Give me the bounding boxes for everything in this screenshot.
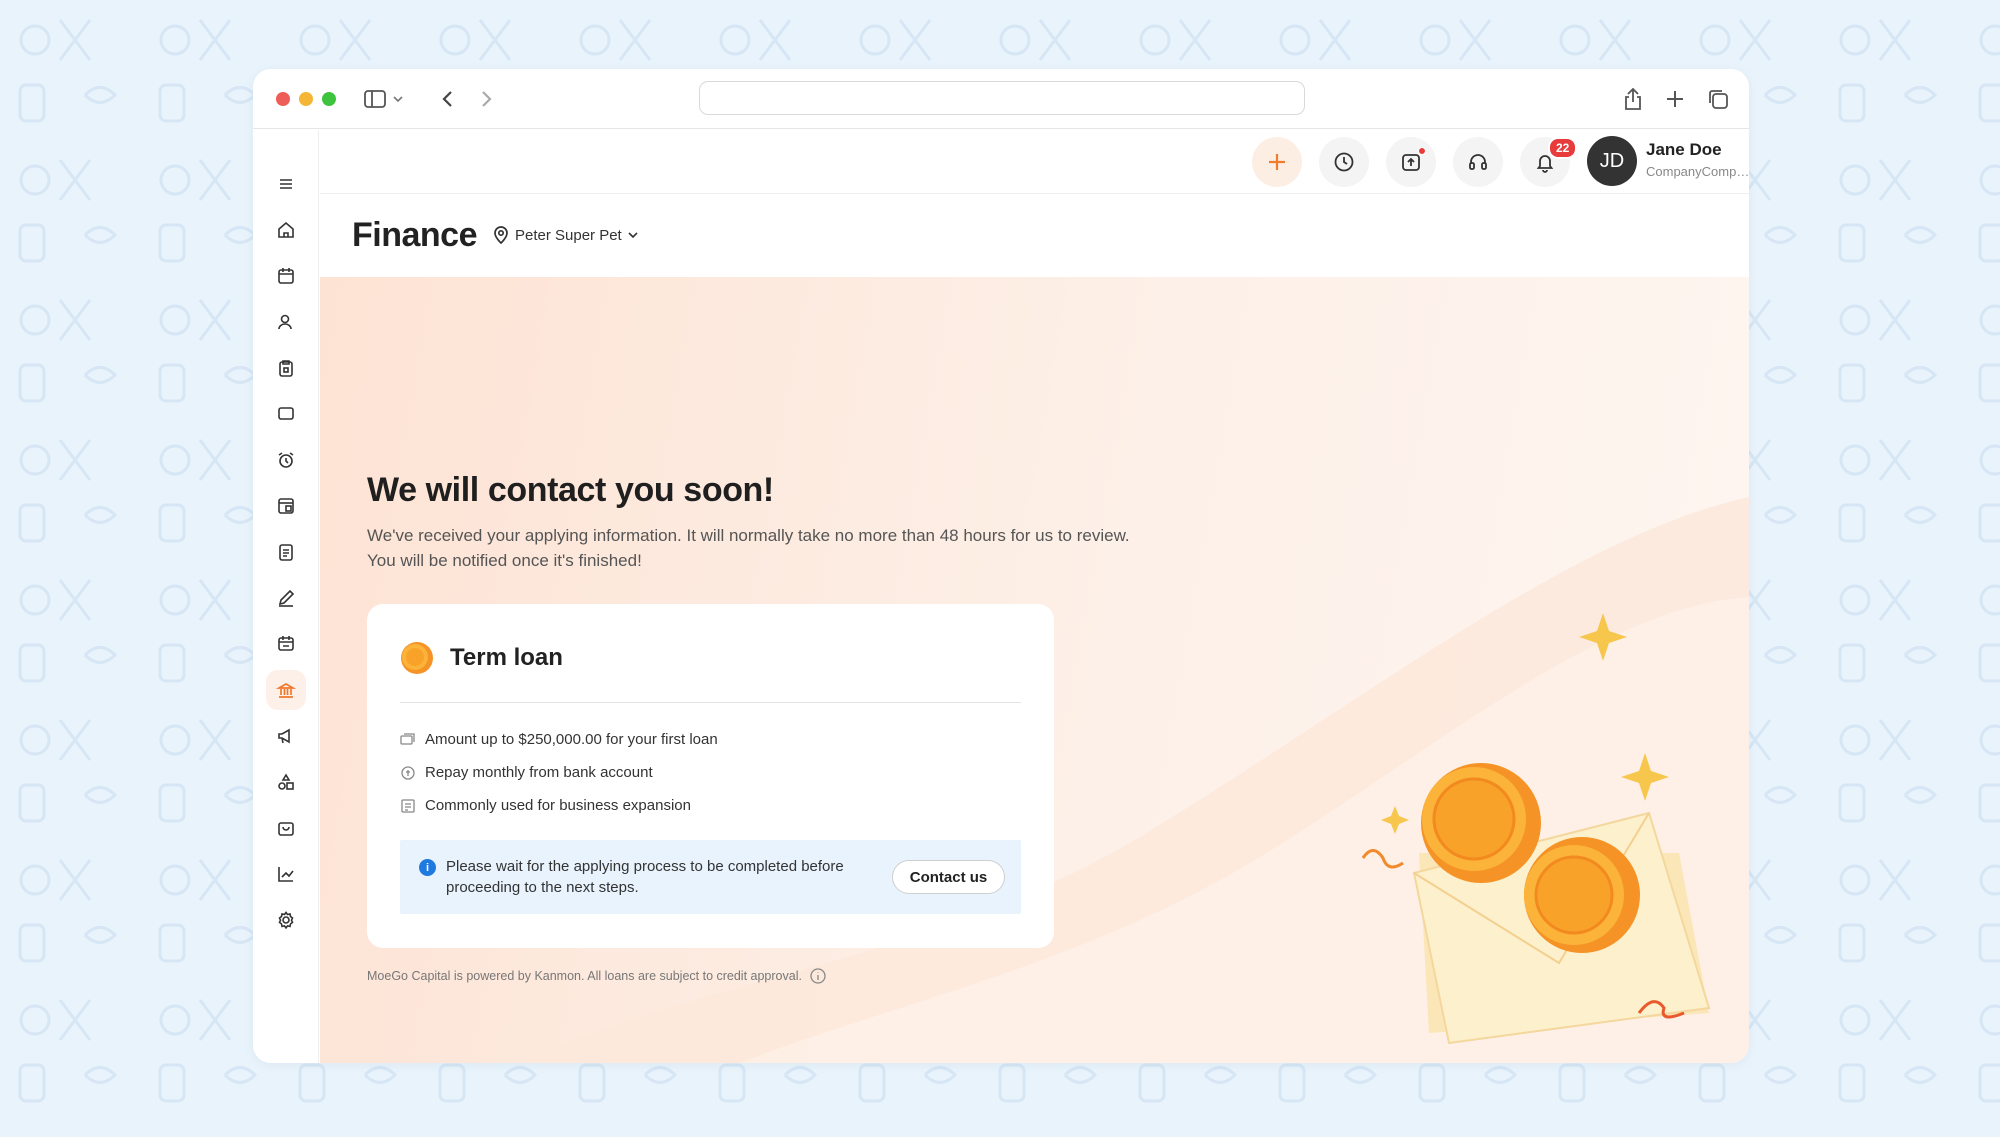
footnote: MoeGo Capital is powered by Kanmon. All … <box>367 968 826 984</box>
address-bar[interactable] <box>699 81 1305 115</box>
support-button[interactable] <box>1453 137 1503 187</box>
avatar[interactable]: JD <box>1587 136 1637 186</box>
browser-toolbar <box>253 69 1749 129</box>
feature-item: Commonly used for business expansion <box>400 797 691 814</box>
new-tab-icon[interactable] <box>1661 85 1689 113</box>
term-loan-card: Term loan Amount up to $250,000.00 for y… <box>367 604 1054 948</box>
pen-icon[interactable] <box>266 578 306 618</box>
forward-icon[interactable] <box>473 85 501 113</box>
upload-button[interactable] <box>1386 137 1436 187</box>
location-selector[interactable]: Peter Super Pet <box>493 226 638 244</box>
alarm-icon[interactable] <box>266 440 306 480</box>
back-icon[interactable] <box>433 85 461 113</box>
repeat-payment-icon <box>401 765 415 780</box>
page-title: Finance <box>352 216 477 254</box>
notification-count-badge: 22 <box>1548 137 1578 159</box>
status-headline: We will contact you soon! <box>367 471 774 509</box>
status-description: We've received your applying information… <box>367 523 1187 573</box>
chevron-down-icon <box>628 232 638 238</box>
client-icon[interactable] <box>266 302 306 342</box>
chevron-down-icon[interactable] <box>389 85 407 113</box>
info-message: Please wait for the applying process to … <box>446 858 844 896</box>
shopping-bag-icon[interactable] <box>266 808 306 848</box>
minimize-window-button[interactable] <box>299 92 313 106</box>
add-button[interactable] <box>1252 137 1302 187</box>
card-title: Term loan <box>450 644 563 671</box>
window-controls <box>276 92 336 106</box>
footnote-text: MoeGo Capital is powered by Kanmon. All … <box>367 969 802 983</box>
notifications-button[interactable]: 22 <box>1520 137 1578 187</box>
coins-envelope-illustration <box>1361 613 1711 1045</box>
sidebar-toggle-icon[interactable] <box>361 85 389 113</box>
share-icon[interactable] <box>1619 85 1647 113</box>
feature-text: Amount up to $250,000.00 for your first … <box>425 731 718 748</box>
location-name: Peter Super Pet <box>515 226 622 244</box>
business-icon <box>401 798 415 813</box>
shapes-icon[interactable] <box>266 762 306 802</box>
history-button[interactable] <box>1319 137 1369 187</box>
chart-icon[interactable] <box>266 854 306 894</box>
calendar-icon[interactable] <box>266 256 306 296</box>
checklist-icon[interactable] <box>266 532 306 572</box>
tab-overview-icon[interactable] <box>1704 85 1732 113</box>
megaphone-icon[interactable] <box>266 716 306 756</box>
feature-text: Repay monthly from bank account <box>425 764 653 781</box>
plus-icon <box>1269 154 1285 170</box>
card-divider <box>400 702 1021 703</box>
browser-window: 22 JD Jane Doe CompanyCompany Finance Pe… <box>253 69 1749 1063</box>
schedule-icon[interactable] <box>266 624 306 664</box>
user-name[interactable]: Jane Doe <box>1646 140 1722 160</box>
feature-text: Commonly used for business expansion <box>425 797 691 814</box>
feature-item: Repay monthly from bank account <box>400 764 653 781</box>
company-name: CompanyCompany <box>1646 164 1749 179</box>
clock-icon <box>1334 152 1354 172</box>
message-icon[interactable] <box>266 394 306 434</box>
info-icon: i <box>419 859 436 876</box>
upload-icon <box>1402 154 1420 171</box>
status-description-line-2: You will be notified once it's finished! <box>367 551 642 570</box>
close-window-button[interactable] <box>276 92 290 106</box>
status-description-line-1: We've received your applying information… <box>367 526 1130 545</box>
menu-icon[interactable] <box>266 164 306 204</box>
location-pin-icon <box>494 226 508 244</box>
headset-icon <box>1469 154 1487 170</box>
contact-us-button[interactable]: Contact us <box>892 860 1005 894</box>
clipboard-lock-icon[interactable] <box>266 348 306 388</box>
info-banner: i Please wait for the applying process t… <box>400 840 1021 914</box>
home-icon[interactable] <box>266 210 306 250</box>
calendar-card-icon[interactable] <box>266 486 306 526</box>
settings-icon[interactable] <box>266 900 306 940</box>
app-header: 22 JD Jane Doe CompanyCompany <box>320 130 1749 194</box>
money-stack-icon <box>400 732 415 745</box>
coin-icon <box>401 642 433 674</box>
bank-icon[interactable] <box>266 670 306 710</box>
sidebar-nav <box>253 130 319 1063</box>
zoom-window-button[interactable] <box>322 92 336 106</box>
feature-item: Amount up to $250,000.00 for your first … <box>400 731 718 748</box>
upload-indicator-dot <box>1418 147 1426 155</box>
info-outline-icon[interactable] <box>810 968 826 984</box>
